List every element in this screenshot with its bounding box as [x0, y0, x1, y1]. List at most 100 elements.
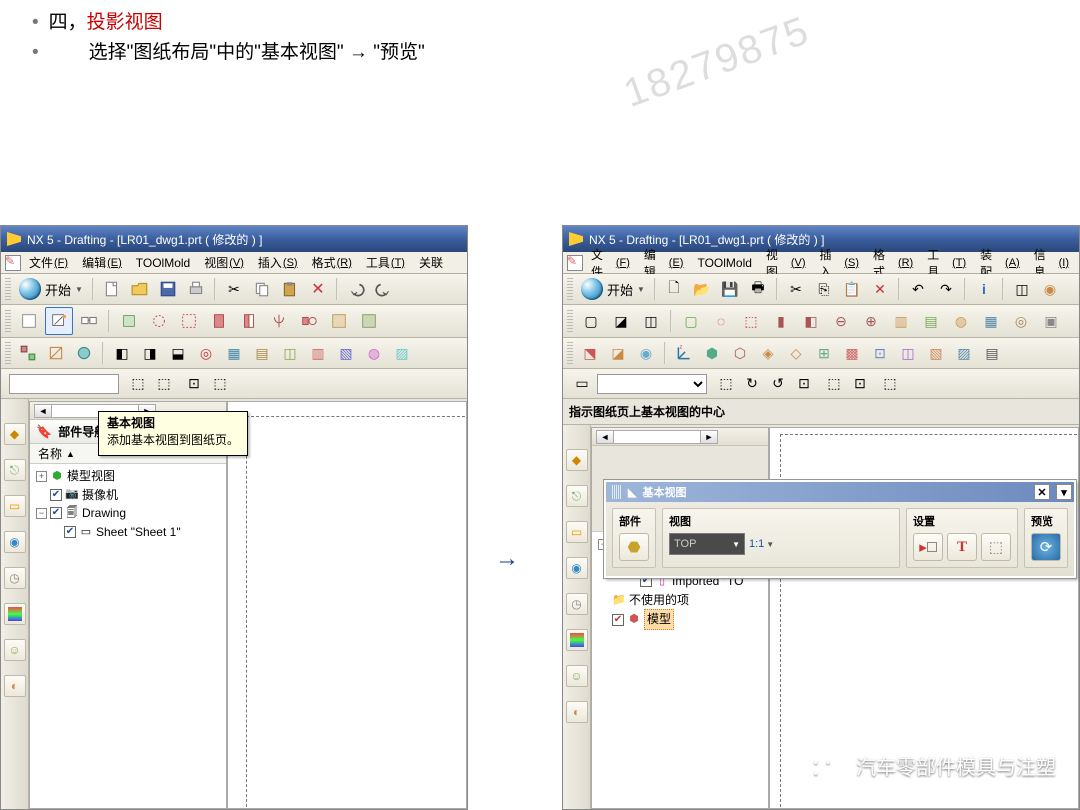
- dock-icon[interactable]: ▾: [1056, 484, 1072, 500]
- tool-f-icon[interactable]: ⬓: [165, 340, 191, 366]
- info-icon[interactable]: i: [971, 276, 997, 302]
- tool-n-icon[interactable]: ▨: [389, 340, 415, 366]
- settings-hidden-button[interactable]: ⬚: [981, 533, 1011, 561]
- grip-icon[interactable]: [567, 342, 573, 364]
- menubar[interactable]: 文件(F) 编辑(E) TOOlMold 视图(V) 插入(S) 格式(R) 工…: [563, 252, 1079, 274]
- tool-b-icon[interactable]: [43, 340, 69, 366]
- dialog-titlebar[interactable]: ◣ 基本视图 ✕ ▾: [606, 482, 1074, 502]
- menu-edit[interactable]: 编辑(E): [76, 253, 128, 272]
- vtC-icon[interactable]: ◎: [1007, 307, 1035, 335]
- r3k-icon[interactable]: ◫: [895, 340, 921, 366]
- r3l-icon[interactable]: ▧: [923, 340, 949, 366]
- vt6-icon[interactable]: ⊖: [827, 307, 855, 335]
- half-section-icon[interactable]: [235, 307, 263, 335]
- r3i-icon[interactable]: ▩: [839, 340, 865, 366]
- break-view-icon[interactable]: [325, 307, 353, 335]
- preview-refresh-button[interactable]: ⟳: [1031, 533, 1061, 561]
- tool-k-icon[interactable]: ▥: [305, 340, 331, 366]
- sel-d-icon[interactable]: ⊡: [793, 373, 815, 395]
- tool-c-icon[interactable]: [71, 340, 97, 366]
- print-icon[interactable]: 🖶: [745, 276, 771, 302]
- tree-sheet1[interactable]: ✔▭Sheet "Sheet 1": [36, 523, 222, 542]
- vtab-history-icon[interactable]: ◷: [566, 593, 588, 615]
- r3b-icon[interactable]: ◪: [605, 340, 631, 366]
- delete-icon[interactable]: ✕: [305, 276, 331, 302]
- menu-toolmold[interactable]: TOOlMold: [691, 255, 757, 271]
- menu-toolmold[interactable]: TOOlMold: [130, 255, 196, 271]
- scroll-left-icon[interactable]: ◄: [596, 430, 614, 444]
- menu-tools[interactable]: 工具(T): [360, 253, 411, 272]
- tool-m-icon[interactable]: ◍: [361, 340, 387, 366]
- open-folder-icon[interactable]: 📂: [689, 276, 715, 302]
- sel-tool-4-icon[interactable]: ⬚: [209, 373, 231, 395]
- r3c-icon[interactable]: ◉: [633, 340, 659, 366]
- close-icon[interactable]: ✕: [1034, 484, 1050, 500]
- vtA-icon[interactable]: ◍: [947, 307, 975, 335]
- vt5-icon[interactable]: ◧: [797, 307, 825, 335]
- undo-icon[interactable]: [343, 276, 369, 302]
- selection-filter-select[interactable]: [597, 374, 707, 394]
- tool-x1-icon[interactable]: ◫: [1009, 276, 1035, 302]
- scroll-right-icon[interactable]: ►: [700, 430, 718, 444]
- axis-icon[interactable]: z: [671, 340, 697, 366]
- new-file-icon[interactable]: [99, 276, 125, 302]
- scroll-track[interactable]: [613, 430, 701, 444]
- r3f-icon[interactable]: ◈: [755, 340, 781, 366]
- vtab-palette-icon[interactable]: [4, 603, 26, 625]
- vtab-assembly-icon[interactable]: ⎋: [566, 485, 588, 507]
- pin-icon[interactable]: 🔖: [36, 424, 52, 440]
- tree-model-view[interactable]: +⬢模型视图: [36, 467, 222, 486]
- selection-input[interactable]: [9, 374, 119, 394]
- undo-icon[interactable]: ↶: [905, 276, 931, 302]
- vt8-icon[interactable]: ▥: [887, 307, 915, 335]
- tool-g-icon[interactable]: ◎: [193, 340, 219, 366]
- print-icon[interactable]: [183, 276, 209, 302]
- menubar[interactable]: 文件(F) 编辑(E) TOOlMold 视图(V) 插入(S) 格式(R) 工…: [1, 252, 467, 274]
- tree-drawing[interactable]: −✔🗐Drawing: [36, 504, 222, 523]
- vtab-layers-icon[interactable]: ▭: [4, 495, 26, 517]
- tool-i-icon[interactable]: ▤: [249, 340, 275, 366]
- r3j-icon[interactable]: ⊡: [867, 340, 893, 366]
- projected-view-icon[interactable]: ◫: [637, 307, 665, 335]
- dialog-drag-icon[interactable]: [612, 485, 622, 499]
- view-tool-2-icon[interactable]: [145, 307, 173, 335]
- vtab-history-icon[interactable]: ◷: [4, 567, 26, 589]
- grip-icon[interactable]: [567, 310, 573, 332]
- sel-tool-1-icon[interactable]: ⬚: [127, 373, 149, 395]
- misc-view-icon[interactable]: [355, 307, 383, 335]
- view-tool-1-icon[interactable]: [115, 307, 143, 335]
- save-icon[interactable]: [155, 276, 181, 302]
- menu-file[interactable]: 文件(F): [23, 253, 74, 272]
- r3g-icon[interactable]: ◇: [783, 340, 809, 366]
- vt1-icon[interactable]: ▢: [677, 307, 705, 335]
- settings-flag-button[interactable]: ▸: [913, 533, 943, 561]
- r3e-icon[interactable]: ⬡: [727, 340, 753, 366]
- menu-assoc[interactable]: 关联: [413, 253, 449, 272]
- view-orientation-select[interactable]: TOP▼: [669, 533, 745, 555]
- grip-icon[interactable]: [5, 310, 11, 332]
- vtab-assembly-icon[interactable]: ⎋: [4, 459, 26, 481]
- tree-camera[interactable]: ✔📷摄像机: [36, 486, 222, 505]
- r3n-icon[interactable]: ▤: [979, 340, 1005, 366]
- tool-d-icon[interactable]: ◧: [109, 340, 135, 366]
- vtab-navigator-icon[interactable]: ◆: [566, 449, 588, 471]
- vtab-navigator-icon[interactable]: ◆: [4, 423, 26, 445]
- tool-h-icon[interactable]: ▦: [221, 340, 247, 366]
- vt7-icon[interactable]: ⊕: [857, 307, 885, 335]
- sel-c-icon[interactable]: ↺: [767, 373, 789, 395]
- new-sheet-icon[interactable]: ▢: [577, 307, 605, 335]
- redo-icon[interactable]: [371, 276, 397, 302]
- save-icon[interactable]: 💾: [717, 276, 743, 302]
- paste-icon[interactable]: 📋: [839, 276, 865, 302]
- menu-view[interactable]: 视图(V): [198, 253, 250, 272]
- section-view-icon[interactable]: [205, 307, 233, 335]
- new-file-icon[interactable]: 🗋: [661, 276, 687, 302]
- vtab-more-icon[interactable]: ◐: [566, 701, 588, 723]
- tree-model[interactable]: ✔⬢模型: [598, 609, 764, 630]
- view-tool-3-icon[interactable]: [175, 307, 203, 335]
- nav-tree[interactable]: +⬢模型视图 ✔📷摄像机 −✔🗐Drawing ✔▭Sheet "Sheet 1…: [30, 464, 226, 547]
- r3d-icon[interactable]: ⬢: [699, 340, 725, 366]
- part-select-button[interactable]: ⬣: [619, 533, 649, 561]
- vtab-internet-icon[interactable]: ◉: [4, 531, 26, 553]
- sel-g-icon[interactable]: ⬚: [879, 373, 901, 395]
